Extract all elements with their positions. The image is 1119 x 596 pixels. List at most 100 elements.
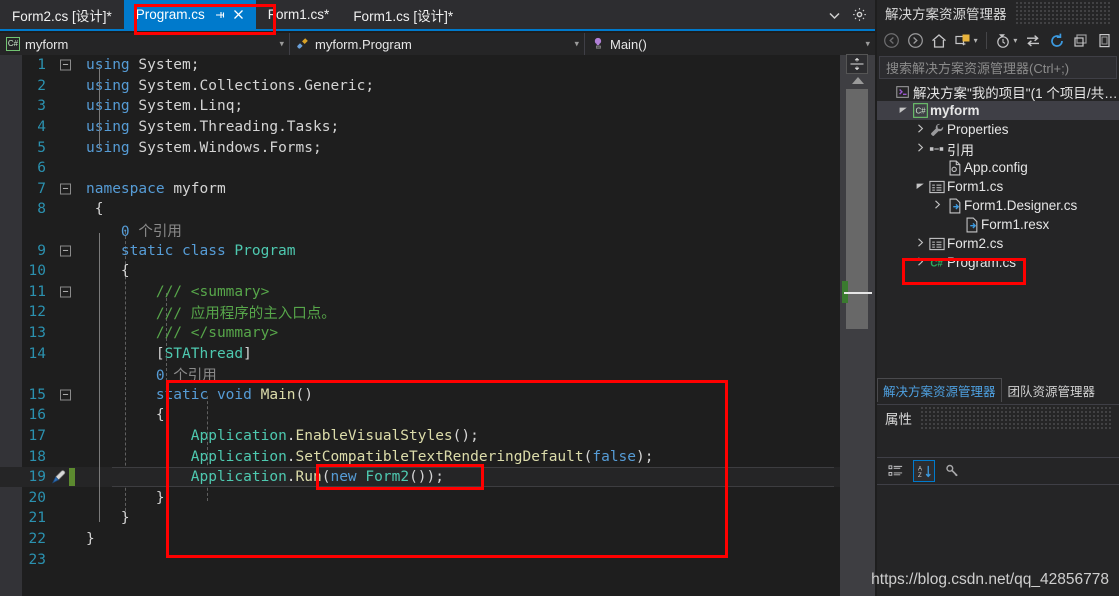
tree-item-myform[interactable]: C# myform bbox=[877, 101, 1119, 120]
code-line[interactable]: 11 − /// <summary> bbox=[0, 282, 840, 303]
code-line[interactable]: 17 Application.EnableVisualStyles(); bbox=[0, 426, 840, 447]
property-pages-icon[interactable] bbox=[941, 460, 963, 482]
code-line[interactable]: 8 { bbox=[0, 199, 840, 220]
glyph-margin[interactable] bbox=[52, 467, 86, 488]
code-line[interactable]: 0 个引用 bbox=[0, 220, 840, 241]
glyph-margin[interactable]: − bbox=[52, 55, 86, 76]
editor-tab-form1-cs[interactable]: Form1.cs* bbox=[255, 0, 342, 29]
navbar-member-dropdown[interactable]: Main() ▾ bbox=[585, 33, 875, 55]
tree-item-app.config[interactable]: App.config bbox=[877, 158, 1119, 177]
tree-item-form1.designer.cs[interactable]: Form1.Designer.cs bbox=[877, 196, 1119, 215]
back-icon[interactable] bbox=[881, 30, 902, 52]
chevron-down-icon[interactable]: ▾ bbox=[974, 36, 978, 45]
code-line[interactable]: 18 Application.SetCompatibleTextRenderin… bbox=[0, 446, 840, 467]
code-line[interactable]: 6 bbox=[0, 158, 840, 179]
navbar-project-dropdown[interactable]: C# myform ▾ bbox=[0, 33, 290, 55]
code-line[interactable]: 14 [STAThread] bbox=[0, 343, 840, 364]
glyph-margin[interactable]: − bbox=[52, 282, 86, 303]
fold-collapse-icon[interactable]: − bbox=[60, 59, 71, 71]
home-icon[interactable] bbox=[929, 30, 950, 52]
code-line[interactable]: 21 } bbox=[0, 508, 840, 529]
code-line[interactable]: 19 Application.Run(new Form2()); bbox=[0, 466, 840, 488]
glyph-margin[interactable] bbox=[52, 487, 86, 508]
code-line[interactable]: 23 bbox=[0, 549, 840, 570]
solution-explorer-tree[interactable]: 解决方案"我的项目"(1 个项目/共 1 个) C# myform Propertie… bbox=[877, 79, 1119, 272]
chevron-right-icon[interactable] bbox=[913, 143, 927, 154]
chevron-down-icon[interactable]: ▾ bbox=[1013, 36, 1017, 45]
categorized-icon[interactable] bbox=[885, 460, 907, 482]
tree-item-properties[interactable]: Properties bbox=[877, 120, 1119, 139]
code-line[interactable]: 0 个引用 bbox=[0, 364, 840, 385]
alphabetical-sort-icon[interactable]: A Z bbox=[913, 460, 935, 482]
glyph-margin[interactable]: − bbox=[52, 240, 86, 261]
glyph-margin[interactable] bbox=[52, 364, 86, 385]
code-line[interactable]: 16 { bbox=[0, 405, 840, 426]
editor-split-handle[interactable] bbox=[846, 54, 868, 74]
editor-tab-form1-design[interactable]: Form1.cs [设计]* bbox=[341, 0, 466, 29]
glyph-margin[interactable]: − bbox=[52, 179, 86, 200]
forward-icon[interactable] bbox=[905, 30, 926, 52]
code-line[interactable]: 10 { bbox=[0, 261, 840, 282]
tree-item-program.cs[interactable]: C# Program.cs bbox=[877, 253, 1119, 272]
code-line[interactable]: 9 − static class Program bbox=[0, 240, 840, 261]
sync-with-active-document-icon[interactable] bbox=[953, 30, 974, 52]
bookmark-icon[interactable] bbox=[50, 469, 67, 489]
fold-collapse-icon[interactable]: − bbox=[60, 389, 71, 401]
glyph-margin[interactable]: − bbox=[52, 385, 86, 406]
chevron-down-icon[interactable] bbox=[913, 181, 927, 192]
tree-item-[interactable]: 引用 bbox=[877, 139, 1119, 158]
glyph-margin[interactable] bbox=[52, 199, 86, 220]
code-line[interactable]: 15 − static void Main() bbox=[0, 385, 840, 406]
code-line[interactable]: 5 using System.Windows.Forms; bbox=[0, 137, 840, 158]
navbar-type-dropdown[interactable]: myform.Program ▾ bbox=[290, 33, 585, 55]
tree-item-11[interactable]: 解决方案"我的项目"(1 个项目/共 1 个) bbox=[877, 82, 1119, 101]
code-editor[interactable]: 1 − using System; 2 using System.Collections… bbox=[0, 54, 875, 596]
search-input[interactable]: 搜索解决方案资源管理器(Ctrl+;) bbox=[886, 58, 1069, 77]
code-line[interactable]: 4 using System.Threading.Tasks; bbox=[0, 117, 840, 138]
chevron-right-icon[interactable] bbox=[930, 200, 944, 211]
tree-item-form2.cs[interactable]: Form2.cs bbox=[877, 234, 1119, 253]
gear-icon[interactable] bbox=[852, 7, 867, 24]
fold-collapse-icon[interactable]: − bbox=[60, 286, 71, 298]
show-all-files-icon[interactable] bbox=[1022, 30, 1043, 52]
glyph-margin[interactable] bbox=[52, 426, 86, 447]
code-line[interactable]: 13 /// </summary> bbox=[0, 323, 840, 344]
glyph-margin[interactable] bbox=[52, 323, 86, 344]
code-lines-container[interactable]: 1 − using System; 2 using System.Collections… bbox=[0, 55, 840, 596]
tab-solution-explorer[interactable]: 解决方案资源管理器 bbox=[877, 378, 1002, 402]
glyph-margin[interactable] bbox=[52, 76, 86, 97]
editor-tab-form2-design[interactable]: Form2.cs [设计]* bbox=[0, 0, 124, 29]
code-line[interactable]: 1 − using System; bbox=[0, 55, 840, 76]
collapse-all-icon[interactable] bbox=[1070, 30, 1091, 52]
code-line[interactable]: 7 − namespace myform bbox=[0, 179, 840, 200]
scroll-up-arrow-icon[interactable] bbox=[852, 77, 864, 84]
glyph-margin[interactable] bbox=[52, 220, 86, 241]
fold-collapse-icon[interactable]: − bbox=[60, 245, 71, 257]
solution-explorer-search[interactable]: 搜索解决方案资源管理器(Ctrl+;) bbox=[879, 56, 1117, 79]
tree-item-form1.resx[interactable]: Form1.resx bbox=[877, 215, 1119, 234]
editor-tab-program-cs[interactable]: Program.cs bbox=[123, 0, 256, 29]
glyph-margin[interactable] bbox=[52, 529, 86, 550]
glyph-margin[interactable] bbox=[52, 137, 86, 158]
chevron-right-icon[interactable] bbox=[913, 124, 927, 135]
refresh-icon[interactable] bbox=[1046, 30, 1067, 52]
tree-item-form1.cs[interactable]: Form1.cs bbox=[877, 177, 1119, 196]
glyph-margin[interactable] bbox=[52, 261, 86, 282]
glyph-margin[interactable] bbox=[52, 158, 86, 179]
close-icon[interactable] bbox=[233, 9, 244, 20]
code-line[interactable]: 20 } bbox=[0, 487, 840, 508]
code-line[interactable]: 2 using System.Collections.Generic; bbox=[0, 76, 840, 97]
tab-team-explorer[interactable]: 团队资源管理器 bbox=[1002, 378, 1102, 402]
pending-changes-filter-icon[interactable] bbox=[993, 30, 1014, 52]
code-line[interactable]: 22} bbox=[0, 529, 840, 550]
fold-collapse-icon[interactable]: − bbox=[60, 183, 71, 195]
chevron-down-icon[interactable] bbox=[896, 105, 910, 116]
glyph-margin[interactable] bbox=[52, 405, 86, 426]
editor-vertical-scrollbar[interactable] bbox=[840, 54, 875, 596]
glyph-margin[interactable] bbox=[52, 96, 86, 117]
properties-window-icon[interactable] bbox=[1094, 30, 1115, 52]
code-line[interactable]: 3 using System.Linq; bbox=[0, 96, 840, 117]
glyph-margin[interactable] bbox=[52, 446, 86, 467]
chevron-right-icon[interactable] bbox=[913, 238, 927, 249]
chevron-down-icon[interactable] bbox=[828, 10, 841, 22]
